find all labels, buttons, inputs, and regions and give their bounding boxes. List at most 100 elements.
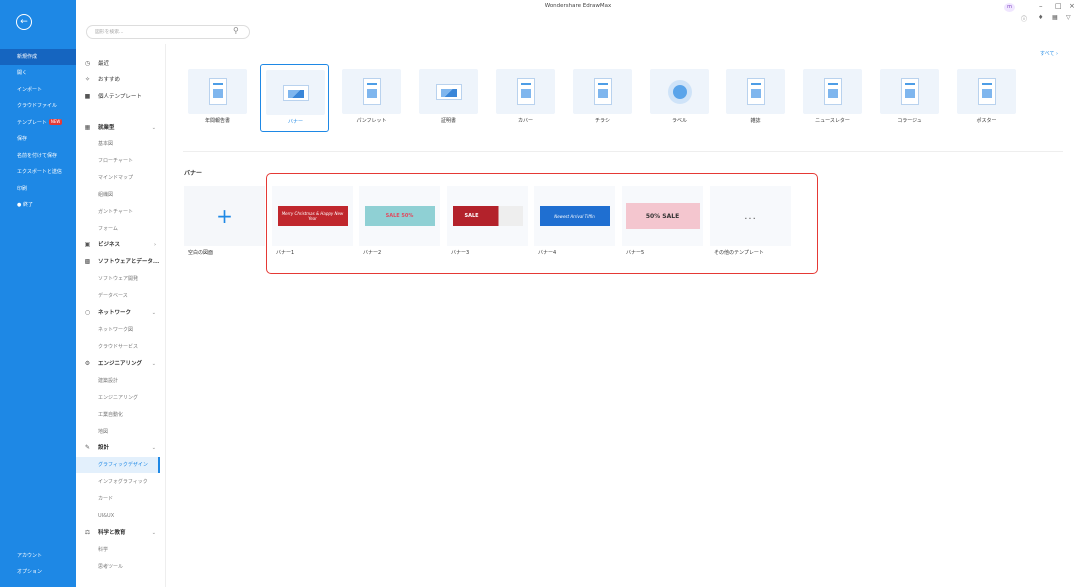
sidebar-item-cloud-service[interactable]: クラウドサービス <box>76 339 160 355</box>
chevron-down-icon: ⌄ <box>151 530 156 536</box>
left-nav-export[interactable]: エクスポートと送信 <box>0 164 76 180</box>
sidebar-label: グラフィックデザイン <box>98 462 148 468</box>
sidebar-label: 最近 <box>98 61 110 67</box>
sidebar-item-mindmap[interactable]: マインドマップ <box>76 170 160 186</box>
blank-thumbnail: + <box>184 186 265 246</box>
sidebar-item-industrial-automation[interactable]: 工業自動化 <box>76 407 160 423</box>
sidebar-item-basic[interactable]: 基本図 <box>76 136 160 152</box>
sidebar-item-software-dev[interactable]: ソフトウェア開発 <box>76 271 160 287</box>
left-nav-save[interactable]: 保存 <box>0 131 76 147</box>
design-icon: ✎ <box>84 444 91 451</box>
sidebar-label: エンジニアリング <box>98 395 139 401</box>
template-type-annual-report[interactable]: 年間報告書 <box>183 64 252 132</box>
template-type-flyer[interactable]: チラシ <box>568 64 637 132</box>
sidebar-group-engineering[interactable]: ⚙ エンジニアリング ⌄ <box>76 356 160 372</box>
sidebar-item-network-diagram[interactable]: ネットワーク図 <box>76 322 160 338</box>
template-type-cover[interactable]: カバー <box>491 64 560 132</box>
sidebar-item-engineering[interactable]: エンジニアリング <box>76 390 160 406</box>
sidebar-label: 地図 <box>98 429 109 435</box>
left-nav: ← 新規作成 開く インポート クラウドファイル テンプレート NEW 保存 名前… <box>0 0 76 587</box>
sidebar-item-orgchart[interactable]: 組織図 <box>76 187 160 203</box>
left-nav-label: エクスポートと送信 <box>17 169 62 175</box>
left-nav-import[interactable]: インポート <box>0 82 76 98</box>
close-icon[interactable]: × <box>1069 2 1075 10</box>
sidebar-label: 建築設計 <box>98 378 119 384</box>
blank-drawing-card[interactable]: + 空白の図面 <box>184 186 265 262</box>
sidebar-item-flowchart[interactable]: フローチャート <box>76 153 160 169</box>
template-thumbnail <box>342 69 401 114</box>
sidebar-item-infographic[interactable]: インフォグラフィック <box>76 474 160 490</box>
template-type-collage[interactable]: コラージュ <box>875 64 944 132</box>
left-nav-label: クラウドファイル <box>17 103 58 109</box>
template-type-newsletter[interactable]: ニュースレター <box>798 64 867 132</box>
template-thumbnail <box>957 69 1016 114</box>
template-type-label[interactable]: ラベル <box>645 64 714 132</box>
left-nav-label: 保存 <box>17 136 28 142</box>
sidebar-item-architecture[interactable]: 建築設計 <box>76 373 160 389</box>
help-icon[interactable]: ⓘ <box>1021 14 1027 23</box>
template-type-magazine[interactable]: 雑誌 <box>721 64 790 132</box>
template-type-certificate[interactable]: 証明書 <box>414 64 483 132</box>
template-type-label: 年間報告書 <box>204 118 230 124</box>
sidebar-label: カード <box>98 496 114 502</box>
apps-grid-icon[interactable]: ▦ <box>1052 14 1058 21</box>
network-icon: ○ <box>84 309 91 316</box>
sidebar-item-form[interactable]: フォーム <box>76 221 160 237</box>
sidebar-item-gantt[interactable]: ガントチャート <box>76 204 160 220</box>
sidebar-item-personal-templates[interactable]: ■ 個人テンプレート <box>76 89 160 105</box>
search-icon[interactable]: ⚲ <box>233 26 1073 35</box>
new-badge: NEW <box>48 119 63 125</box>
left-nav-templates[interactable]: テンプレート NEW <box>0 115 76 131</box>
sidebar-group-general[interactable]: ▦ 就業型 ⌄ <box>76 120 160 136</box>
left-nav-exit[interactable]: ● 終了 <box>0 197 76 213</box>
sidebar-item-uiux[interactable]: UI&UX <box>76 508 160 524</box>
left-nav-new[interactable]: 新規作成 <box>0 49 76 65</box>
sidebar-group-network[interactable]: ○ ネットワーク ⌄ <box>76 305 160 321</box>
bell-icon[interactable]: ♦ <box>1038 14 1043 21</box>
template-thumbnail <box>188 69 247 114</box>
see-all-link[interactable]: すべて › <box>1040 50 1058 57</box>
template-thumbnail <box>266 70 325 115</box>
left-nav-print[interactable]: 印刷 <box>0 181 76 197</box>
sidebar-item-map[interactable]: 地図 <box>76 424 160 440</box>
left-nav-cloud[interactable]: クラウドファイル <box>0 98 76 114</box>
sidebar-label: UI&UX <box>98 513 115 519</box>
document-icon <box>746 78 765 105</box>
sidebar-item-card[interactable]: カード <box>76 491 160 507</box>
sidebar-item-database[interactable]: データベース <box>76 288 160 304</box>
maximize-icon[interactable]: □ <box>1055 2 1062 10</box>
sidebar-group-science[interactable]: ⚖ 科学と教育 ⌄ <box>76 525 160 541</box>
avatar[interactable]: m <box>1004 3 1015 12</box>
sidebar-item-science[interactable]: 科学 <box>76 542 160 558</box>
left-nav-label: 新規作成 <box>17 54 38 60</box>
template-type-label: カバー <box>517 118 533 124</box>
shirt-icon[interactable]: ▽ <box>1066 14 1071 21</box>
sidebar-group-software[interactable]: ▩ ソフトウェアとデータ... ⌄ <box>76 254 160 270</box>
template-type-brochure[interactable]: パンフレット <box>337 64 406 132</box>
section-divider <box>183 151 1063 152</box>
chevron-down-icon: ⌄ <box>151 361 156 367</box>
template-type-banner[interactable]: バナー <box>260 64 329 132</box>
sidebar-label: 工業自動化 <box>98 412 124 418</box>
sidebar-item-recommended[interactable]: ✧ おすすめ <box>76 72 160 88</box>
user-template-icon: ■ <box>84 93 91 100</box>
left-nav-options[interactable]: オプション <box>0 564 76 580</box>
sidebar-group-design[interactable]: ✎ 設計 ⌄ <box>76 440 160 456</box>
template-type-poster[interactable]: ポスター <box>952 64 1021 132</box>
search-input[interactable]: 図形を検索... <box>86 25 250 39</box>
left-nav-account[interactable]: アカウント <box>0 548 76 564</box>
sidebar-item-recent[interactable]: ◷ 最近 <box>76 56 160 72</box>
document-icon <box>593 78 612 105</box>
chevron-right-icon: › <box>153 242 156 248</box>
sidebar-item-thinking-tools[interactable]: 思考ツール <box>76 559 160 575</box>
see-all-label: すべて <box>1040 51 1055 57</box>
back-arrow-icon[interactable]: ← <box>16 14 32 30</box>
sidebar-group-business[interactable]: ▣ ビジネス › <box>76 237 160 253</box>
card-label: 空白の図面 <box>188 250 214 256</box>
document-icon <box>516 78 535 105</box>
sidebar-item-graphic-design[interactable]: グラフィックデザイン <box>76 457 160 473</box>
minimize-icon[interactable]: – <box>1039 2 1043 10</box>
template-type-label: バナー <box>287 119 303 125</box>
left-nav-save-as[interactable]: 名前を付けて保存 <box>0 148 76 164</box>
left-nav-open[interactable]: 開く <box>0 65 76 81</box>
